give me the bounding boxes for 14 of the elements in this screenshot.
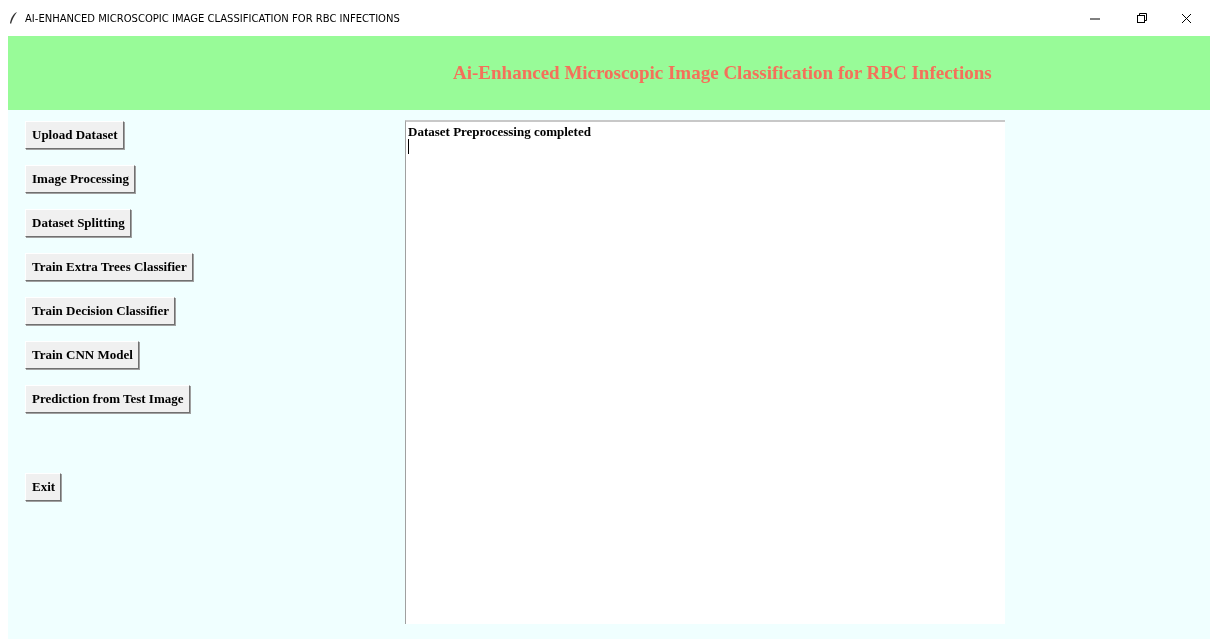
- window-title: AI-ENHANCED MICROSCOPIC IMAGE CLASSIFICATION FOR RBC INFECTIONS: [25, 12, 401, 24]
- action-button[interactable]: Prediction from Test Image: [25, 385, 190, 413]
- text-cursor: [408, 139, 409, 154]
- output-text: Dataset Preprocessing completed: [408, 124, 592, 139]
- action-button[interactable]: Train CNN Model: [25, 341, 139, 369]
- action-button[interactable]: Dataset Splitting: [25, 209, 131, 237]
- feather-icon: [9, 12, 19, 24]
- action-button[interactable]: Image Processing: [25, 165, 135, 193]
- app-title: Ai-Enhanced Microscopic Image Classification for RBC Infections: [453, 62, 992, 84]
- action-button[interactable]: Train Extra Trees Classifier: [25, 253, 193, 281]
- action-button[interactable]: Train Decision Classifier: [25, 297, 175, 325]
- exit-button[interactable]: Exit: [25, 473, 62, 501]
- output-text-area[interactable]: Dataset Preprocessing completed: [405, 120, 1005, 624]
- action-button[interactable]: Upload Dataset: [25, 121, 124, 149]
